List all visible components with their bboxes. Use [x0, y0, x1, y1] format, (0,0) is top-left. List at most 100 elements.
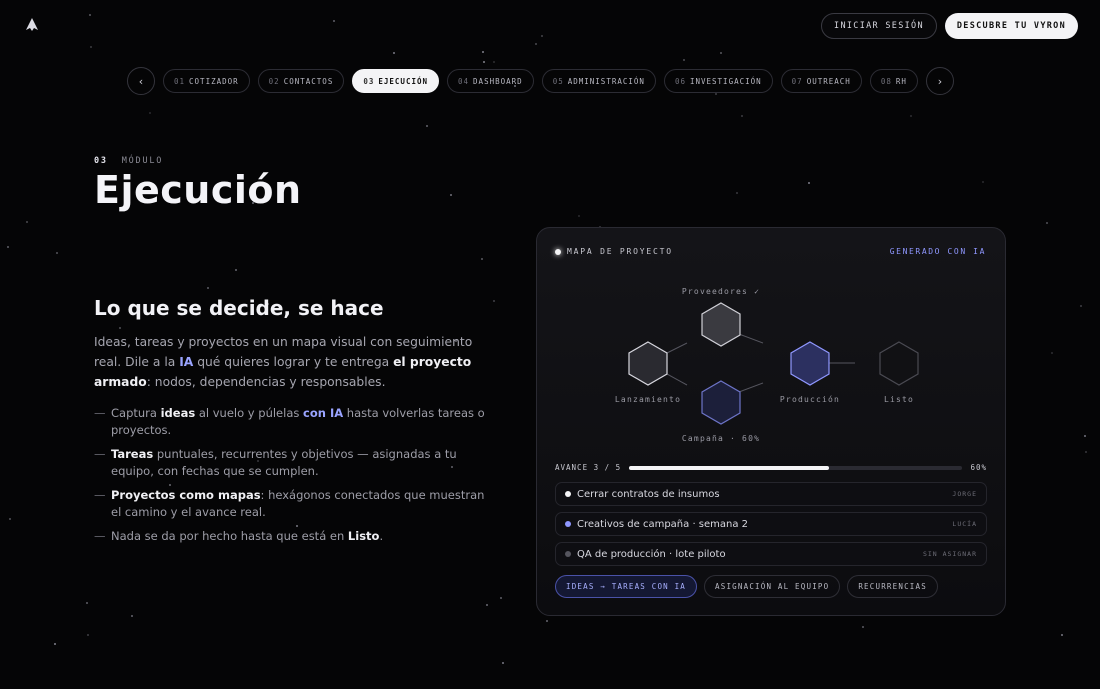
node-listo-hex[interactable]	[879, 341, 919, 386]
tab-label: RH	[895, 76, 907, 86]
task-text: Cerrar contratos de insumos	[577, 488, 720, 500]
star-dot	[546, 620, 548, 622]
star-dot	[493, 61, 495, 63]
progress-row: AVANCE 3 / 5 60%	[555, 463, 987, 472]
feature-item: Captura ideas al vuelo y púlelas con IA …	[94, 405, 494, 439]
star-dot	[500, 597, 502, 599]
tab-cotizador[interactable]: 01 COTIZADOR	[163, 69, 250, 93]
tab-investigacion[interactable]: 06 INVESTIGACIÓN	[663, 69, 773, 93]
tab-label: CONTACTOS	[283, 76, 334, 86]
star-dot	[1084, 435, 1086, 437]
task-row[interactable]: Cerrar contratos de insumos JORGE	[555, 482, 987, 506]
feature-item: Nada se da por hecho hasta que está en L…	[94, 528, 494, 545]
task-row[interactable]: Creativos de campaña · semana 2 LUCÍA	[555, 512, 987, 536]
node-proveedores-hex[interactable]	[701, 302, 741, 347]
task-list: Cerrar contratos de insumos JORGE Creativ…	[555, 482, 987, 572]
star-dot	[808, 182, 810, 184]
tab-dashboard[interactable]: 04 DASHBOARD	[447, 69, 534, 93]
lead-text: : nodos, dependencias y responsables.	[146, 375, 386, 389]
feature-item: Tareas puntuales, recurrentes y objetivo…	[94, 446, 494, 480]
star-dot	[54, 643, 56, 645]
feature-text: puntuales, recurrentes y objetivos — asi…	[111, 447, 457, 478]
page-title: Ejecución	[94, 168, 302, 212]
star-dot	[333, 20, 335, 22]
star-dot	[450, 194, 452, 196]
chevron-left-icon: ‹	[138, 74, 144, 88]
tab-label: COTIZADOR	[189, 76, 239, 86]
star-dot	[56, 252, 58, 254]
star-dot	[535, 43, 537, 45]
node-campana-hex[interactable]	[701, 380, 741, 425]
progress-label: AVANCE 3 / 5	[555, 463, 622, 472]
tabs-prev-button[interactable]: ‹	[127, 67, 155, 95]
star-dot	[26, 221, 28, 223]
star-dot	[207, 287, 209, 289]
star-dot	[486, 604, 488, 606]
lead-highlight: IA	[179, 355, 194, 369]
feature-bold: Proyectos como mapas	[111, 488, 261, 502]
star-dot	[87, 634, 89, 636]
feature-text: Nada se da por hecho hasta que está en	[111, 529, 348, 543]
discover-vyron-button[interactable]: DESCUBRE TU VYRON	[944, 13, 1078, 39]
star-dot	[149, 112, 151, 114]
lead-paragraph: Ideas, tareas y proyectos en un mapa vis…	[94, 332, 494, 392]
star-dot	[426, 125, 428, 127]
feature-bold: Listo	[347, 529, 380, 543]
progress-percent: 60%	[970, 463, 987, 472]
star-dot	[1085, 451, 1087, 453]
tab-administracion[interactable]: 05 ADMINISTRACIÓN	[541, 69, 656, 93]
tab-rh[interactable]: 08 RH	[869, 69, 918, 93]
tab-number: 07	[791, 76, 803, 86]
tabs-next-button[interactable]: ›	[925, 67, 954, 95]
node-label-lanzamiento: Lanzamiento	[615, 395, 681, 404]
tab-outreach[interactable]: 07 OUTREACH	[780, 69, 862, 93]
module-kicker: 03 MÓDULO	[94, 156, 163, 166]
vyron-logo-icon[interactable]	[26, 18, 38, 32]
feature-list: Captura ideas al vuelo y púlelas con IA …	[94, 405, 494, 552]
feature-bold: ideas	[160, 406, 196, 420]
star-dot	[502, 662, 504, 664]
module-kicker-label: MÓDULO	[121, 156, 164, 166]
feature-chips: IDEAS → TAREAS CON IA ASIGNACIÓN AL EQUI…	[555, 575, 938, 598]
star-dot	[683, 59, 685, 61]
feature-text: .	[379, 529, 384, 543]
tab-label: DASHBOARD	[473, 76, 523, 86]
star-dot	[1046, 222, 1048, 224]
feature-item: Proyectos como mapas: hexágonos conectad…	[94, 487, 494, 521]
feature-text: Captura	[111, 406, 161, 420]
star-dot	[86, 602, 88, 604]
star-dot	[7, 246, 9, 248]
star-dot	[393, 52, 395, 54]
feature-highlight: con IA	[303, 406, 344, 420]
task-owner: LUCÍA	[952, 520, 977, 528]
progress-track	[629, 465, 963, 470]
star-dot	[483, 61, 485, 63]
star-dot	[9, 518, 11, 520]
task-row[interactable]: QA de producción · lote piloto SIN ASIGNA…	[555, 542, 987, 566]
header-actions: INICIAR SESIÓN DESCUBRE TU VYRON	[821, 13, 1078, 39]
star-dot	[90, 46, 92, 48]
project-map: Proveedores ✓ Lanzamiento Campaña · 60% …	[615, 287, 919, 443]
node-lanzamiento-hex[interactable]	[628, 341, 668, 386]
tab-label: ADMINISTRACIÓN	[567, 76, 645, 86]
star-dot	[720, 52, 722, 54]
task-text: Creativos de campaña · semana 2	[577, 518, 749, 530]
node-produccion-hex[interactable]	[790, 341, 830, 386]
tab-number: 04	[458, 76, 470, 86]
tab-contactos[interactable]: 02 CONTACTOS	[257, 69, 345, 93]
login-button[interactable]: INICIAR SESIÓN	[821, 13, 937, 39]
section-heading: Lo que se decide, se hace	[94, 296, 384, 320]
chip-asignacion[interactable]: ASIGNACIÓN AL EQUIPO	[704, 575, 841, 598]
star-dot	[910, 115, 912, 117]
star-dot	[119, 327, 121, 329]
tab-ejecucion[interactable]: 03 EJECUCIÓN	[352, 69, 440, 93]
star-dot	[862, 626, 864, 628]
chip-recurrencias[interactable]: RECURRENCIAS	[847, 575, 938, 598]
star-dot	[89, 14, 91, 16]
project-map-panel: MAPA DE PROYECTO GENERADO CON IA Proveed…	[536, 227, 1006, 616]
chip-ideas-tareas[interactable]: IDEAS → TAREAS CON IA	[555, 575, 698, 598]
tab-number: 06	[674, 76, 686, 86]
tab-label: OUTREACH	[806, 76, 851, 86]
star-dot	[982, 181, 984, 183]
tab-number: 03	[363, 76, 375, 86]
